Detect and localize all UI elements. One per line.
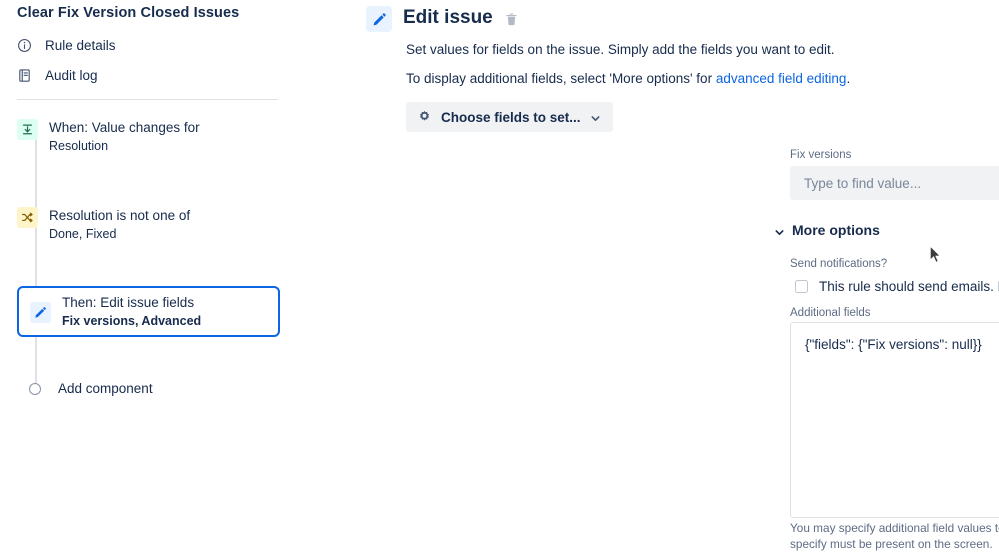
sidebar-item-label: Audit log xyxy=(45,68,98,83)
mouse-cursor xyxy=(929,245,942,264)
chevron-down-icon xyxy=(590,112,601,123)
advanced-field-editing-link[interactable]: advanced field editing xyxy=(716,71,847,86)
sidebar-item-label: Rule details xyxy=(45,38,116,53)
choose-fields-button[interactable]: Choose fields to set... xyxy=(406,102,613,132)
fix-versions-select[interactable]: Type to find value... xyxy=(790,166,999,200)
panel-description-2: To display additional fields, select 'Mo… xyxy=(406,71,850,86)
panel-header: Edit issue xyxy=(366,4,519,32)
rule-sidebar: Clear Fix Version Closed Issues Rule det… xyxy=(0,0,300,555)
rule-component-condition[interactable]: Resolution is not one of Done, Fixed xyxy=(17,206,190,243)
trash-icon[interactable] xyxy=(504,12,519,27)
gear-icon xyxy=(417,110,432,125)
component-title: When: Value changes for xyxy=(49,118,200,137)
add-component-label: Add component xyxy=(58,381,153,396)
additional-fields-label: Additional fields xyxy=(790,307,871,319)
panel-description-1: Set values for fields on the issue. Simp… xyxy=(406,42,835,57)
component-connector-rail xyxy=(35,140,37,388)
rule-component-text: Then: Edit issue fields Fix versions, Ad… xyxy=(62,293,201,330)
more-options-toggle[interactable]: More options xyxy=(774,222,880,238)
chevron-down-icon xyxy=(774,225,785,236)
component-subtitle: Resolution xyxy=(49,137,200,155)
trigger-icon xyxy=(17,119,38,140)
rule-component-action-selected[interactable]: Then: Edit issue fields Fix versions, Ad… xyxy=(17,286,280,337)
send-emails-checkbox-row[interactable]: This rule should send emails. Rule actor… xyxy=(795,279,999,294)
additional-fields-textarea[interactable] xyxy=(790,322,999,518)
rule-component-text: Resolution is not one of Done, Fixed xyxy=(49,206,190,243)
additional-fields-help: You may specify additional field values … xyxy=(790,521,999,552)
rule-title: Clear Fix Version Closed Issues xyxy=(17,5,239,21)
pencil-icon xyxy=(30,302,51,323)
automation-rule-editor: Clear Fix Version Closed Issues Rule det… xyxy=(0,0,999,555)
add-circle-icon xyxy=(29,383,41,395)
desc2-prefix: To display additional fields, select 'Mo… xyxy=(406,71,716,86)
edit-issue-panel: Edit issue Set values for fields on the … xyxy=(366,0,999,555)
rule-component-text: When: Value changes for Resolution xyxy=(49,118,200,155)
page-title: Edit issue xyxy=(403,4,493,32)
desc2-suffix: . xyxy=(846,71,850,86)
sidebar-item-rule-details[interactable]: Rule details xyxy=(17,34,116,56)
send-emails-checkbox[interactable] xyxy=(795,280,808,293)
pencil-icon xyxy=(366,6,392,32)
sidebar-item-audit-log[interactable]: Audit log xyxy=(17,64,98,86)
component-subtitle: Done, Fixed xyxy=(49,225,190,243)
help-prefix: You may specify additional field values … xyxy=(790,521,999,535)
component-title: Then: Edit issue fields xyxy=(62,293,201,312)
choose-fields-label: Choose fields to set... xyxy=(441,110,581,125)
condition-branch-icon xyxy=(17,207,38,228)
rule-component-trigger[interactable]: When: Value changes for Resolution xyxy=(17,118,200,155)
send-emails-checkbox-label: This rule should send emails. Rule actor… xyxy=(819,279,999,294)
fix-versions-placeholder: Type to find value... xyxy=(804,176,999,191)
more-options-label: More options xyxy=(792,222,880,238)
add-component-button[interactable]: Add component xyxy=(29,381,153,396)
send-notifications-label: Send notifications? xyxy=(790,258,887,270)
component-subtitle: Fix versions, Advanced xyxy=(62,312,201,330)
audit-log-icon xyxy=(17,68,32,83)
fix-versions-label: Fix versions xyxy=(790,149,851,161)
component-title: Resolution is not one of xyxy=(49,206,190,225)
sidebar-divider xyxy=(17,99,278,100)
info-circle-icon xyxy=(17,38,32,53)
